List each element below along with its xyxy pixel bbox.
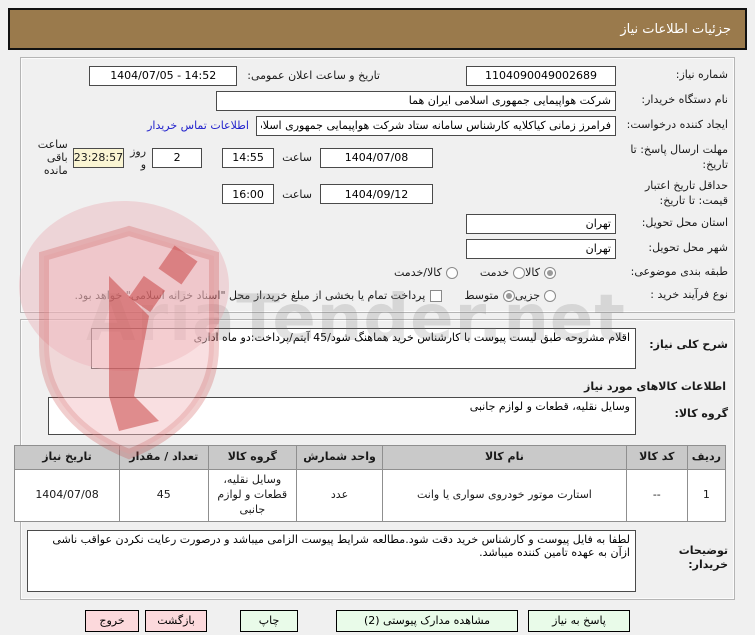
announce-label: تاریخ و ساعت اعلان عمومی: xyxy=(247,69,380,82)
process-medium-option[interactable]: متوسط xyxy=(464,289,515,302)
need-description-groupbox: شرح کلی نیاز: اقلام مشروحه طبق لیست پیوس… xyxy=(13,319,735,600)
purchase-process-label: نوع فرآیند خرید : xyxy=(650,288,728,302)
subject-classification-label: طبقه بندی موضوعی: xyxy=(630,265,728,279)
col-qty: تعداد / مقدار xyxy=(119,445,209,470)
hours-remaining-label: ساعت باقی مانده xyxy=(37,138,68,177)
buyer-org-label: نام دستگاه خریدار: xyxy=(641,93,728,107)
process-medium-label: متوسط xyxy=(464,289,499,302)
buyer-org-input[interactable] xyxy=(216,90,616,111)
class-both-radio[interactable] xyxy=(445,266,458,279)
response-deadline-row: مهلت ارسال پاسخ: تا تاریخ: ساعت روز و 23… xyxy=(27,138,728,177)
col-index: ردیف xyxy=(686,445,727,470)
validity-time-input[interactable] xyxy=(222,184,275,204)
col-code: کد کالا xyxy=(625,445,688,470)
buyer-contact-link[interactable]: اطلاعات تماس خریدار xyxy=(147,119,249,132)
request-creator-input[interactable] xyxy=(256,115,616,136)
cell-unit: عدد xyxy=(296,469,384,522)
countdown-timer: 23:28:57 xyxy=(72,147,125,168)
need-number-input[interactable] xyxy=(466,65,616,86)
request-creator-row: ایجاد کننده درخواست: اطلاعات تماس خریدار xyxy=(27,113,728,138)
treasury-payment-option[interactable]: پرداخت تمام یا بخشی از مبلغ خرید،از محل … xyxy=(75,289,443,302)
cell-index: 1 xyxy=(686,469,727,522)
purchase-process-row: نوع فرآیند خرید : جزیی متوسط پرداخت تمام… xyxy=(27,284,728,307)
delivery-province-row: استان محل تحویل: xyxy=(27,211,728,236)
deadline-time-input[interactable] xyxy=(222,147,275,168)
need-desc-label: شرح کلی نیاز: xyxy=(649,338,728,351)
class-both-option[interactable]: کالا/خدمت xyxy=(394,266,458,279)
buyer-notes-label: توضیحات خریدار: xyxy=(678,543,728,572)
days-and-label: روز و xyxy=(130,144,147,171)
col-unit: واحد شمارش xyxy=(296,445,384,470)
process-minor-radio[interactable] xyxy=(544,289,556,302)
respond-button[interactable]: پاسخ به نیاز xyxy=(528,609,630,632)
buyer-notes-row: توضیحات خریدار: لطفا به فایل پیوست و کار… xyxy=(27,529,728,594)
col-group: گروه کالا xyxy=(207,445,298,470)
delivery-province-label: استان محل تحویل: xyxy=(641,216,728,230)
need-desc-row: شرح کلی نیاز: اقلام مشروحه طبق لیست پیوس… xyxy=(27,325,728,373)
treasury-payment-label: پرداخت تمام یا بخشی از مبلغ خرید،از محل … xyxy=(74,289,426,302)
treasury-payment-checkbox[interactable] xyxy=(430,289,443,302)
need-number-row: شماره نیاز: تاریخ و ساعت اعلان عمومی: xyxy=(27,63,728,88)
validity-hour-label: ساعت xyxy=(282,187,312,201)
process-minor-option[interactable]: جزیی xyxy=(515,289,556,302)
request-creator-label: ایجاد کننده درخواست: xyxy=(626,118,728,132)
view-attached-docs-button[interactable]: مشاهده مدارک پیوستی (2) xyxy=(336,609,518,632)
cell-qty: 45 xyxy=(119,469,209,522)
goods-table-header-row: ردیف کد کالا نام کالا واحد شمارش گروه کا… xyxy=(13,445,727,470)
goods-info-header: اطلاعات کالاهای مورد نیاز xyxy=(584,380,726,393)
days-remaining-input[interactable] xyxy=(152,147,203,168)
goods-group-label: گروه کالا: xyxy=(674,407,728,420)
price-validity-row: حداقل تاریخ اعتبار قیمت: تا تاریخ: ساعت xyxy=(27,177,728,211)
col-name: نام کالا xyxy=(382,445,627,470)
page-title-bar: جزئیات اطلاعات نیاز xyxy=(8,8,747,50)
cell-need-date: 1404/07/08 xyxy=(13,469,121,522)
exit-button[interactable]: خروج xyxy=(85,609,139,632)
price-validity-label: حداقل تاریخ اعتبار قیمت: تا تاریخ: xyxy=(644,179,728,207)
class-service-option[interactable]: خدمت xyxy=(479,266,526,279)
class-service-label: خدمت xyxy=(479,266,510,279)
action-buttons-row: پاسخ به نیاز مشاهده مدارک پیوستی (2) چاپ… xyxy=(8,609,747,632)
need-desc-textarea[interactable]: اقلام مشروحه طبق لیست پیوست با کارشناس خ… xyxy=(91,328,636,369)
cell-name: استارت موتور خودروی سواری یا وانت xyxy=(382,469,627,522)
buyer-org-row: نام دستگاه خریدار: xyxy=(27,88,728,113)
validity-date-input[interactable] xyxy=(320,184,433,204)
cell-group: وسایل نقلیه، قطعات و لوازم جانبی xyxy=(207,469,298,522)
goods-group-textarea[interactable]: وسایل نقلیه، قطعات و لوازم جانبی xyxy=(48,397,636,435)
need-details-page: { "title": "جزئیات اطلاعات نیاز", "water… xyxy=(0,0,755,635)
table-row[interactable]: 1 -- استارت موتور خودروی سواری یا وانت ع… xyxy=(13,469,727,522)
delivery-province-input[interactable] xyxy=(466,213,616,234)
deadline-date-input[interactable] xyxy=(320,147,433,168)
cell-code: -- xyxy=(625,469,688,522)
class-goods-option[interactable]: کالا xyxy=(525,266,556,279)
print-button[interactable]: چاپ xyxy=(240,609,298,632)
delivery-city-label: شهر محل تحویل: xyxy=(648,241,728,255)
goods-group-row: گروه کالا: وسایل نقلیه، قطعات و لوازم جا… xyxy=(27,397,728,441)
class-goods-radio[interactable] xyxy=(544,266,556,279)
subject-classification-row: طبقه بندی موضوعی: کالا خدمت کالا/خدمت xyxy=(27,261,728,284)
process-minor-label: جزیی xyxy=(514,289,540,302)
general-info-groupbox: شماره نیاز: تاریخ و ساعت اعلان عمومی: نا… xyxy=(20,57,735,313)
need-number-label: شماره نیاز: xyxy=(675,68,728,82)
class-service-radio[interactable] xyxy=(513,266,526,279)
class-both-label: کالا/خدمت xyxy=(394,266,442,279)
class-goods-label: کالا xyxy=(525,266,540,279)
goods-table: ردیف کد کالا نام کالا واحد شمارش گروه کا… xyxy=(13,445,727,522)
response-deadline-label: مهلت ارسال پاسخ: تا تاریخ: xyxy=(630,142,728,171)
delivery-city-row: شهر محل تحویل: xyxy=(27,236,728,261)
buyer-notes-textarea[interactable]: لطفا به فایل پیوست و کارشناس خرید دقت شو… xyxy=(27,529,636,592)
process-medium-radio[interactable] xyxy=(502,289,515,302)
col-date: تاریخ نیاز xyxy=(13,445,121,470)
announce-datetime-input[interactable] xyxy=(89,65,238,86)
page-title: جزئیات اطلاعات نیاز xyxy=(620,21,731,37)
deadline-hour-label: ساعت xyxy=(282,151,312,164)
delivery-city-input[interactable] xyxy=(466,238,616,259)
back-button[interactable]: بازگشت xyxy=(145,609,207,632)
